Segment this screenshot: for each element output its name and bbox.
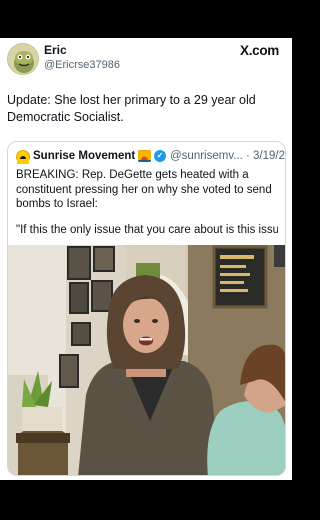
- quoted-post[interactable]: Sunrise Movement ✓ @sunrisemv... · 3/19/…: [7, 141, 286, 476]
- sunrise-logo-icon: [16, 150, 30, 164]
- quoted-video-thumbnail[interactable]: [8, 245, 285, 475]
- quoted-author-name[interactable]: Sunrise Movement: [33, 150, 135, 162]
- top-letterbox: [0, 0, 292, 38]
- sunrise-flag-icon: [138, 150, 151, 162]
- quoted-author-meta: @sunrisemv... · 3/19/26: [170, 150, 286, 162]
- quoted-post-quote-line: "If this the only issue that you care ab…: [16, 224, 278, 236]
- post-text: Update: She lost her primary to a 29 yea…: [7, 93, 256, 124]
- author-avatar[interactable]: [7, 43, 39, 75]
- bottom-letterbox: [0, 480, 292, 520]
- verified-badge-icon: ✓: [154, 150, 166, 162]
- x-brand-logo: X.com: [239, 43, 279, 58]
- author-handle[interactable]: @Ericrse37986: [44, 59, 120, 71]
- quoted-post-text: BREAKING: Rep. DeGette gets heated with …: [16, 169, 272, 210]
- author-name[interactable]: Eric: [44, 43, 67, 57]
